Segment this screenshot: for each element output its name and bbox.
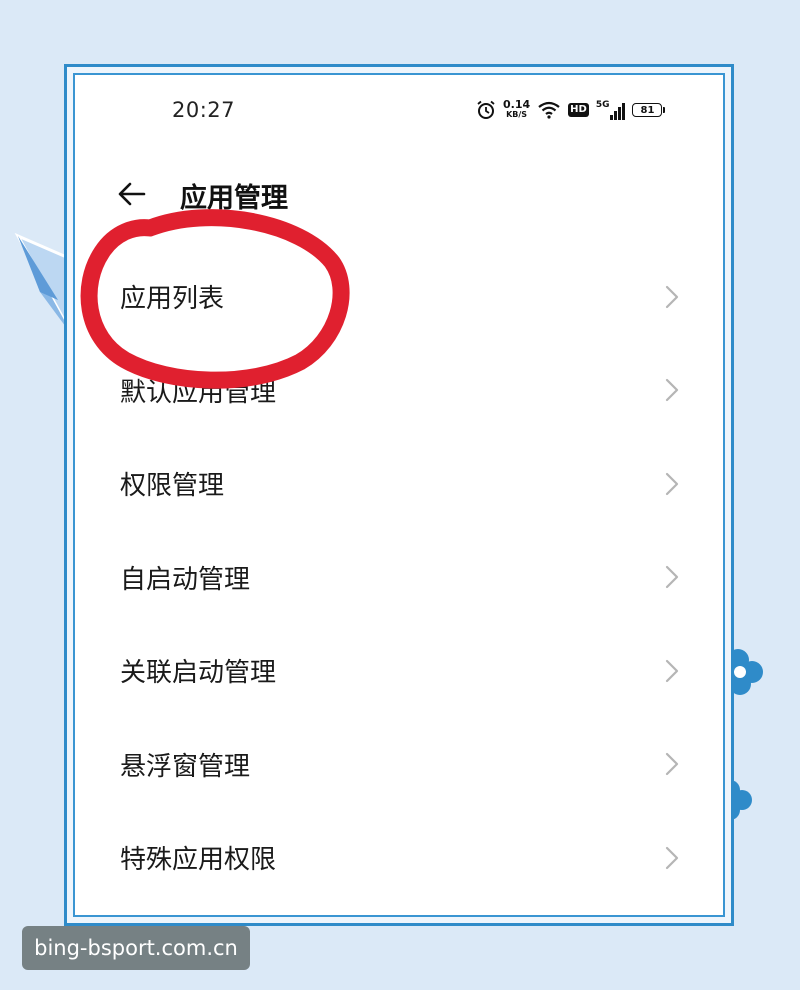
menu-item-special-permissions[interactable]: 特殊应用权限 [75, 811, 723, 905]
chevron-right-icon [665, 472, 679, 496]
chevron-right-icon [665, 659, 679, 683]
menu-item-floating-window[interactable]: 悬浮窗管理 [75, 718, 723, 812]
network-speed: 0.14 KB/S [503, 98, 531, 120]
menu-item-default-apps[interactable]: 默认应用管理 [75, 344, 723, 438]
status-time: 20:27 [172, 98, 236, 122]
chevron-right-icon [665, 846, 679, 870]
menu-item-label: 关联启动管理 [120, 658, 277, 689]
menu-item-label: 自启动管理 [120, 564, 251, 595]
menu-item-label: 悬浮窗管理 [120, 751, 251, 782]
menu-item-permissions[interactable]: 权限管理 [75, 437, 723, 531]
chevron-right-icon [665, 285, 679, 309]
screenshot-stage: 20:27 0.14 KB/S HD 5G 81 应用管理 应用列表 默认应用管… [0, 0, 800, 990]
alarm-icon [477, 100, 495, 119]
menu-item-label: 权限管理 [120, 471, 225, 502]
menu-item-label: 默认应用管理 [120, 377, 277, 408]
wifi-icon [538, 101, 560, 119]
battery-icon: 81 [632, 103, 666, 117]
net-speed-value: 0.14 [503, 98, 531, 111]
menu-item-label: 特殊应用权限 [120, 845, 277, 876]
watermark-label: bing-bsport.com.cn [22, 926, 250, 970]
hd-icon: HD [568, 103, 589, 117]
settings-menu-list: 应用列表 默认应用管理 权限管理 自启动管理 关联启动管理 悬浮窗管理 特殊应用… [75, 250, 723, 905]
net-speed-unit: KB/S [506, 110, 528, 119]
battery-level: 81 [640, 104, 655, 116]
menu-item-autostart[interactable]: 自启动管理 [75, 531, 723, 625]
signal-5g-icon: 5G [596, 100, 626, 120]
page-title: 应用管理 [180, 183, 288, 214]
chevron-right-icon [665, 378, 679, 402]
chevron-right-icon [665, 565, 679, 589]
menu-item-label: 应用列表 [120, 284, 225, 315]
chevron-right-icon [665, 752, 679, 776]
menu-item-app-list[interactable]: 应用列表 [75, 250, 723, 344]
status-icons: 0.14 KB/S HD 5G 81 [476, 96, 666, 124]
signal-type-label: 5G [595, 100, 610, 110]
menu-item-linked-start[interactable]: 关联启动管理 [75, 624, 723, 718]
arrow-left-icon[interactable] [116, 179, 148, 209]
